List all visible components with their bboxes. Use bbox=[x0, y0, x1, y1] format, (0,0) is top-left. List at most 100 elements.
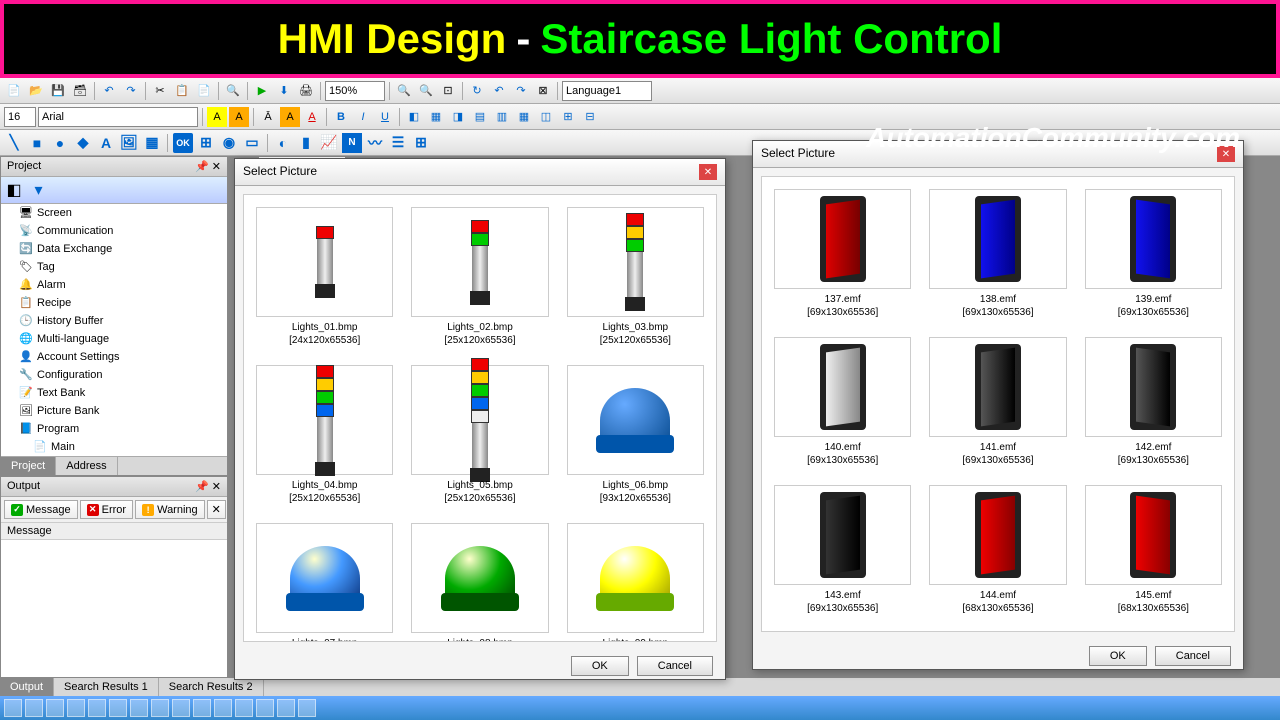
st10-icon[interactable] bbox=[193, 699, 211, 717]
st6-icon[interactable] bbox=[109, 699, 127, 717]
picture-item[interactable]: 143.emf[69x130x65536] bbox=[774, 485, 911, 615]
align2-icon[interactable]: ▦ bbox=[426, 107, 446, 127]
filter-message[interactable]: ✓Message bbox=[4, 500, 78, 519]
refresh-icon[interactable]: ↻ bbox=[467, 81, 487, 101]
picture-item[interactable]: 137.emf[69x130x65536] bbox=[774, 189, 911, 319]
undo-icon[interactable]: ↶ bbox=[99, 81, 119, 101]
picture-item[interactable]: Lights_04.bmp[25x120x65536] bbox=[256, 365, 393, 505]
st12-icon[interactable] bbox=[235, 699, 253, 717]
picture-item[interactable]: Lights_01.bmp[24x120x65536] bbox=[256, 207, 393, 347]
st1-icon[interactable] bbox=[4, 699, 22, 717]
dialog1-close-icon[interactable]: ✕ bbox=[699, 164, 717, 180]
tree-item-communication[interactable]: 📡Communication bbox=[1, 222, 227, 240]
tree-item-multi-language[interactable]: 🌐Multi-language bbox=[1, 330, 227, 348]
tree-item-recipe[interactable]: 📋Recipe bbox=[1, 294, 227, 312]
tree-item-data-exchange[interactable]: 🔄Data Exchange bbox=[1, 240, 227, 258]
st7-icon[interactable] bbox=[130, 699, 148, 717]
filter-error[interactable]: ✕Error bbox=[80, 500, 133, 519]
picture-item[interactable]: 142.emf[69x130x65536] bbox=[1085, 337, 1222, 467]
table-icon[interactable]: ▦ bbox=[142, 133, 162, 153]
panel-pin2-icon[interactable]: 📌 ✕ bbox=[195, 480, 221, 493]
fontbg-icon[interactable]: A bbox=[280, 107, 300, 127]
zoomin-icon[interactable]: 🔍 bbox=[394, 81, 414, 101]
picture-item[interactable]: 138.emf[69x130x65536] bbox=[929, 189, 1066, 319]
text-icon[interactable]: A bbox=[96, 133, 116, 153]
lamp-icon[interactable]: ◉ bbox=[219, 133, 239, 153]
circle-icon[interactable]: ● bbox=[50, 133, 70, 153]
dialog2-ok-button[interactable]: OK bbox=[1089, 646, 1147, 666]
hilite2-icon[interactable]: A bbox=[229, 107, 249, 127]
zoomout-icon[interactable]: 🔍 bbox=[416, 81, 436, 101]
picture-item[interactable]: Lights_03.bmp[25x120x65536] bbox=[567, 207, 704, 347]
st15-icon[interactable] bbox=[298, 699, 316, 717]
save-icon[interactable]: 💾 bbox=[48, 81, 68, 101]
rect-icon[interactable]: ■ bbox=[27, 133, 47, 153]
picture-item[interactable]: Lights_08.bmp bbox=[411, 523, 548, 642]
tree-item-text-bank[interactable]: 📝Text Bank bbox=[1, 384, 227, 402]
sw-icon[interactable]: ⊞ bbox=[196, 133, 216, 153]
open-icon[interactable]: 📂 bbox=[26, 81, 46, 101]
st5-icon[interactable] bbox=[88, 699, 106, 717]
tree-item-account-settings[interactable]: 👤Account Settings bbox=[1, 348, 227, 366]
paste-icon[interactable]: 📄 bbox=[194, 81, 214, 101]
align3-icon[interactable]: ◨ bbox=[448, 107, 468, 127]
align6-icon[interactable]: ▦ bbox=[514, 107, 534, 127]
print-icon[interactable]: 🖨 bbox=[296, 81, 316, 101]
filter-warning[interactable]: !Warning bbox=[135, 500, 205, 519]
tab-output[interactable]: Output bbox=[0, 678, 54, 696]
n-icon[interactable]: N bbox=[342, 133, 362, 153]
saveall-icon[interactable]: 🗃 bbox=[70, 81, 90, 101]
picture-item[interactable]: Lights_06.bmp[93x120x65536] bbox=[567, 365, 704, 505]
trend-icon[interactable]: 📈 bbox=[319, 133, 339, 153]
align5-icon[interactable]: ▥ bbox=[492, 107, 512, 127]
picture-item[interactable]: 144.emf[68x130x65536] bbox=[929, 485, 1066, 615]
underline-icon[interactable]: U bbox=[375, 107, 395, 127]
tree-item-alarm[interactable]: 🔔Alarm bbox=[1, 276, 227, 294]
new-icon[interactable]: 📄 bbox=[4, 81, 24, 101]
wave-icon[interactable]: 〰 bbox=[365, 133, 385, 153]
tree-item-tag[interactable]: 🏷Tag bbox=[1, 258, 227, 276]
tree-item-program[interactable]: 📘Program bbox=[1, 420, 227, 438]
st9-icon[interactable] bbox=[172, 699, 190, 717]
st14-icon[interactable] bbox=[277, 699, 295, 717]
dialog1-ok-button[interactable]: OK bbox=[571, 656, 629, 676]
italic-icon[interactable]: I bbox=[353, 107, 373, 127]
meter-icon[interactable]: ◐ bbox=[273, 133, 293, 153]
redo-icon[interactable]: ↷ bbox=[121, 81, 141, 101]
tab-search1[interactable]: Search Results 1 bbox=[54, 678, 159, 696]
run-icon[interactable]: ▶ bbox=[252, 81, 272, 101]
poly-icon[interactable]: ◆ bbox=[73, 133, 93, 153]
fontcolor-icon[interactable]: A bbox=[302, 107, 322, 127]
copy-icon[interactable]: 📋 bbox=[172, 81, 192, 101]
language-select[interactable] bbox=[562, 81, 652, 101]
picture-item[interactable]: Lights_07.bmp bbox=[256, 523, 393, 642]
list-icon[interactable]: ☰ bbox=[388, 133, 408, 153]
st4-icon[interactable] bbox=[67, 699, 85, 717]
panel-pin-icon[interactable]: 📌 ✕ bbox=[195, 160, 221, 173]
dialog2-cancel-button[interactable]: Cancel bbox=[1155, 646, 1231, 666]
cut-icon[interactable]: ✂ bbox=[150, 81, 170, 101]
tree-item-main[interactable]: 📄Main bbox=[1, 438, 227, 456]
align8-icon[interactable]: ⊞ bbox=[558, 107, 578, 127]
image-icon[interactable]: 🖼 bbox=[119, 133, 139, 153]
stop-icon[interactable]: ⊠ bbox=[533, 81, 553, 101]
zoom-input[interactable] bbox=[325, 81, 385, 101]
forward-icon[interactable]: ↷ bbox=[511, 81, 531, 101]
btn-icon[interactable]: OK bbox=[173, 133, 193, 153]
back-icon[interactable]: ↶ bbox=[489, 81, 509, 101]
bar-icon[interactable]: ▮ bbox=[296, 133, 316, 153]
picture-item[interactable]: 145.emf[68x130x65536] bbox=[1085, 485, 1222, 615]
st13-icon[interactable] bbox=[256, 699, 274, 717]
tree-item-picture-bank[interactable]: 🖼Picture Bank bbox=[1, 402, 227, 420]
picture-item[interactable]: 139.emf[69x130x65536] bbox=[1085, 189, 1222, 319]
tab-address[interactable]: Address bbox=[56, 457, 117, 475]
find-icon[interactable]: 🔍 bbox=[223, 81, 243, 101]
tree-item-configuration[interactable]: 🔧Configuration bbox=[1, 366, 227, 384]
fontname-input[interactable] bbox=[38, 107, 198, 127]
picture-item[interactable]: Lights_02.bmp[25x120x65536] bbox=[411, 207, 548, 347]
picture-item[interactable]: Lights_09.bmp bbox=[567, 523, 704, 642]
fontsize-input[interactable] bbox=[4, 107, 36, 127]
tab-project[interactable]: Project bbox=[1, 457, 56, 475]
align7-icon[interactable]: ◫ bbox=[536, 107, 556, 127]
st3-icon[interactable] bbox=[46, 699, 64, 717]
